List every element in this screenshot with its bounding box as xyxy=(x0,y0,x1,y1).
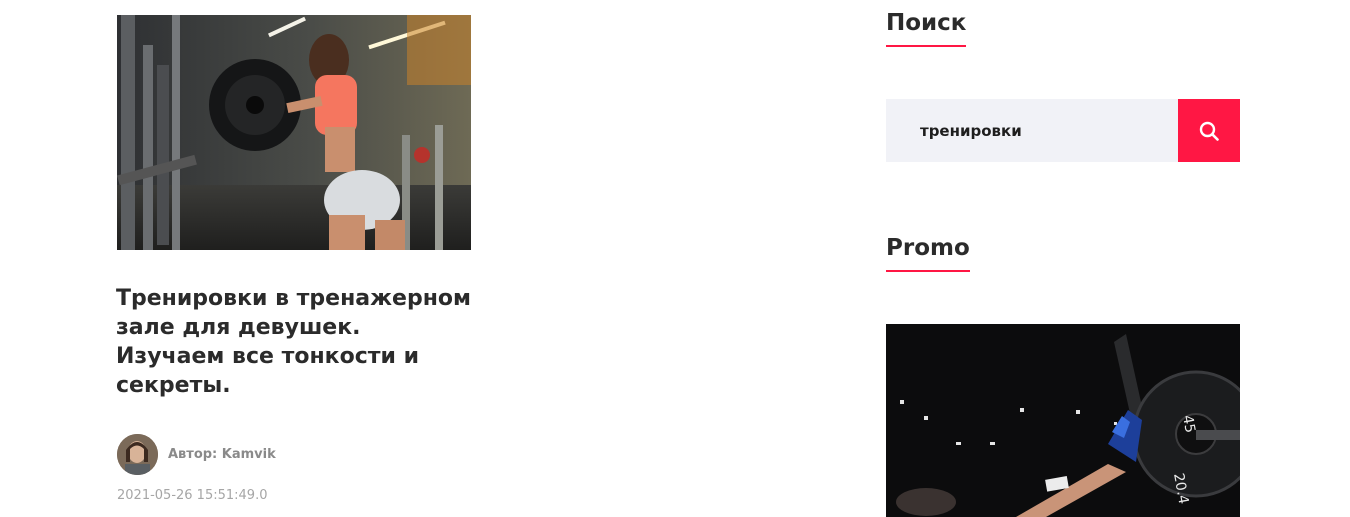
promo-photo: 45 20.4 xyxy=(886,324,1240,517)
author-row: Автор: Kamvik xyxy=(117,433,276,475)
author-label[interactable]: Автор: Kamvik xyxy=(168,447,276,462)
search-form xyxy=(886,99,1240,162)
plate-label-45: 45 xyxy=(1179,414,1198,434)
gym-photo xyxy=(117,15,471,250)
search-icon xyxy=(1199,121,1219,141)
search-button[interactable] xyxy=(1178,99,1240,162)
article-image[interactable] xyxy=(117,15,471,250)
avatar[interactable] xyxy=(117,433,158,475)
search-input[interactable] xyxy=(886,99,1178,162)
article-title[interactable]: Тренировки в тренажерном зале для девуше… xyxy=(116,284,476,400)
avatar-photo xyxy=(117,433,158,475)
promo-image[interactable]: 45 20.4 xyxy=(886,324,1240,517)
post-date: 2021-05-26 15:51:49.0 xyxy=(117,488,268,503)
promo-widget-title: Promo xyxy=(886,234,970,272)
search-widget-title: Поиск xyxy=(886,9,967,47)
